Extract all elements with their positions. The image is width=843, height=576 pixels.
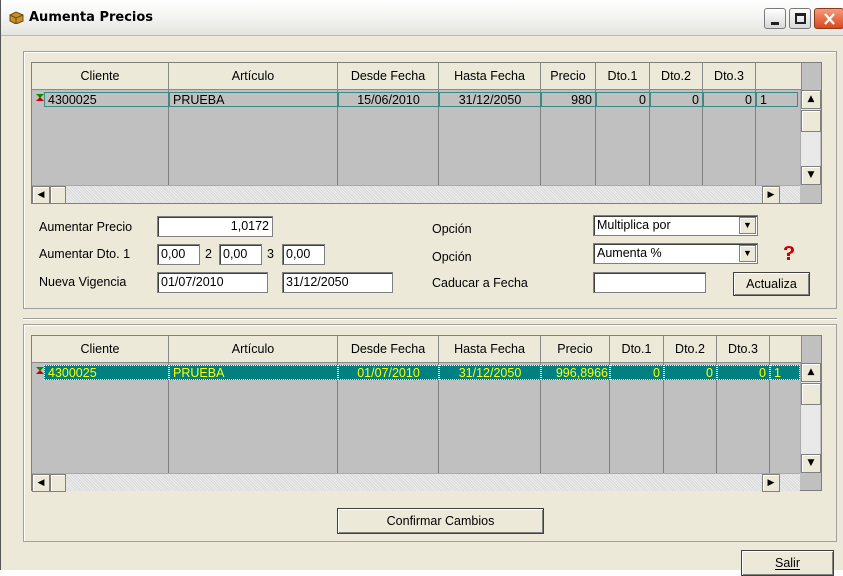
prices-grid-new[interactable]: Cliente Artículo Desde Fecha Hasta Fecha…	[31, 335, 822, 492]
minimize-button[interactable]	[764, 8, 786, 29]
caducar-fecha-label: Caducar a Fecha	[432, 276, 528, 290]
cell-desde-fecha[interactable]: 01/07/2010	[338, 365, 439, 380]
prices-grid-current[interactable]: Cliente Artículo Desde Fecha Hasta Fecha…	[31, 62, 822, 204]
scroll-right-button[interactable]: ▶	[762, 186, 780, 204]
cell-articulo[interactable]: PRUEBA	[169, 92, 338, 107]
col-header-precio[interactable]: Precio	[541, 63, 596, 90]
opcion2-label: Opción	[432, 250, 472, 264]
col-header-hasta-fecha[interactable]: Hasta Fecha	[439, 336, 541, 363]
aumentar-precio-input[interactable]: 1,0172	[157, 216, 273, 237]
scroll-left-button[interactable]: ◀	[32, 186, 50, 204]
col-header-articulo[interactable]: Artículo	[169, 336, 338, 363]
minimize-icon	[771, 22, 779, 25]
cell-dto2[interactable]: 0	[650, 92, 703, 107]
chevron-down-icon[interactable]: ▼	[739, 217, 756, 234]
vertical-scrollbar[interactable]: ▲ ▼	[800, 363, 821, 473]
cell-dto3[interactable]: 0	[717, 365, 770, 380]
cell-precio[interactable]: 996,8966	[541, 365, 610, 380]
col-header-dto1[interactable]: Dto.1	[596, 63, 650, 90]
cell-dto2[interactable]: 0	[664, 365, 717, 380]
dto1-input[interactable]: 0,00	[157, 244, 200, 265]
vigencia-hasta-input[interactable]: 31/12/2050	[282, 272, 393, 293]
cell-hasta-fecha[interactable]: 31/12/2050	[439, 92, 541, 107]
cell-cliente[interactable]: 4300025	[44, 92, 169, 107]
aumentar-dto-label: Aumentar Dto. 1	[39, 247, 131, 261]
scroll-thumb[interactable]	[801, 110, 821, 132]
divider	[23, 318, 837, 320]
salir-button[interactable]: Salir	[741, 550, 834, 576]
cell-extra[interactable]: 1	[756, 92, 798, 107]
cell-cliente[interactable]: 4300025	[44, 365, 169, 380]
app-icon	[9, 11, 24, 24]
col-header-articulo[interactable]: Artículo	[169, 63, 338, 90]
vertical-scrollbar[interactable]: ▲ ▼	[800, 90, 821, 185]
col-header-dto3[interactable]: Dto.3	[717, 336, 770, 363]
horizontal-scrollbar[interactable]: ◀ ▶	[32, 473, 800, 492]
maximize-button[interactable]	[789, 8, 811, 29]
dto2-label: 2	[205, 247, 212, 261]
cell-dto1[interactable]: 0	[596, 92, 650, 107]
actualiza-button[interactable]: Actualiza	[733, 272, 810, 296]
col-header-desde-fecha[interactable]: Desde Fecha	[338, 63, 439, 90]
cell-articulo[interactable]: PRUEBA	[169, 365, 338, 380]
opcion2-value: Aumenta %	[597, 246, 662, 260]
cell-dto1[interactable]: 0	[610, 365, 664, 380]
col-header-dto3[interactable]: Dto.3	[703, 63, 756, 90]
scroll-up-button[interactable]: ▲	[801, 90, 821, 109]
salir-label: Salir	[774, 556, 800, 570]
confirmar-cambios-button[interactable]: Confirmar Cambios	[337, 508, 544, 534]
cell-hasta-fecha[interactable]: 31/12/2050	[439, 365, 541, 380]
col-header-cliente[interactable]: Cliente	[32, 63, 169, 90]
col-header-extra	[770, 336, 802, 363]
window: Aumenta Precios Cliente Artículo Desde F…	[0, 0, 843, 576]
col-header-cliente[interactable]: Cliente	[32, 336, 169, 363]
cell-extra[interactable]: 1	[770, 365, 800, 380]
maximize-icon	[795, 13, 806, 24]
cell-dto3[interactable]: 0	[703, 92, 756, 107]
scroll-down-button[interactable]: ▼	[801, 454, 821, 473]
opcion1-label: Opción	[432, 222, 472, 236]
chevron-down-icon[interactable]: ▼	[739, 245, 756, 262]
col-header-hasta-fecha[interactable]: Hasta Fecha	[439, 63, 541, 90]
aumentar-precio-label: Aumentar Precio	[39, 220, 133, 234]
h-scroll-thumb[interactable]	[50, 186, 66, 204]
dto3-label: 3	[267, 247, 274, 261]
scroll-up-button[interactable]: ▲	[801, 363, 821, 382]
caducar-fecha-input[interactable]	[593, 272, 706, 293]
col-header-dto2[interactable]: Dto.2	[664, 336, 717, 363]
scroll-thumb[interactable]	[801, 383, 821, 405]
window-title: Aumenta Precios	[29, 10, 154, 25]
col-header-extra	[756, 63, 802, 90]
h-scroll-thumb[interactable]	[50, 474, 66, 492]
dto2-input[interactable]: 0,00	[219, 244, 262, 265]
opcion2-select[interactable]: Aumenta % ▼	[593, 243, 758, 264]
col-header-desde-fecha[interactable]: Desde Fecha	[338, 336, 439, 363]
dto3-input[interactable]: 0,00	[282, 244, 325, 265]
opcion1-select[interactable]: Multiplica por ▼	[593, 215, 758, 236]
opcion1-value: Multiplica por	[597, 218, 671, 232]
help-icon[interactable]	[781, 246, 796, 260]
col-header-dto1[interactable]: Dto.1	[610, 336, 664, 363]
horizontal-scrollbar[interactable]: ◀ ▶	[32, 185, 800, 204]
scroll-left-button[interactable]: ◀	[32, 474, 50, 492]
nueva-vigencia-label: Nueva Vigencia	[39, 275, 127, 289]
cell-desde-fecha[interactable]: 15/06/2010	[338, 92, 439, 107]
vigencia-desde-input[interactable]: 01/07/2010	[157, 272, 268, 293]
scroll-right-button[interactable]: ▶	[762, 474, 780, 492]
col-header-dto2[interactable]: Dto.2	[650, 63, 703, 90]
cell-precio[interactable]: 980	[541, 92, 596, 107]
scroll-down-button[interactable]: ▼	[801, 166, 821, 185]
col-header-precio[interactable]: Precio	[541, 336, 610, 363]
title-bar[interactable]: Aumenta Precios	[1, 0, 843, 36]
close-icon	[824, 13, 835, 25]
close-button[interactable]	[814, 8, 843, 29]
